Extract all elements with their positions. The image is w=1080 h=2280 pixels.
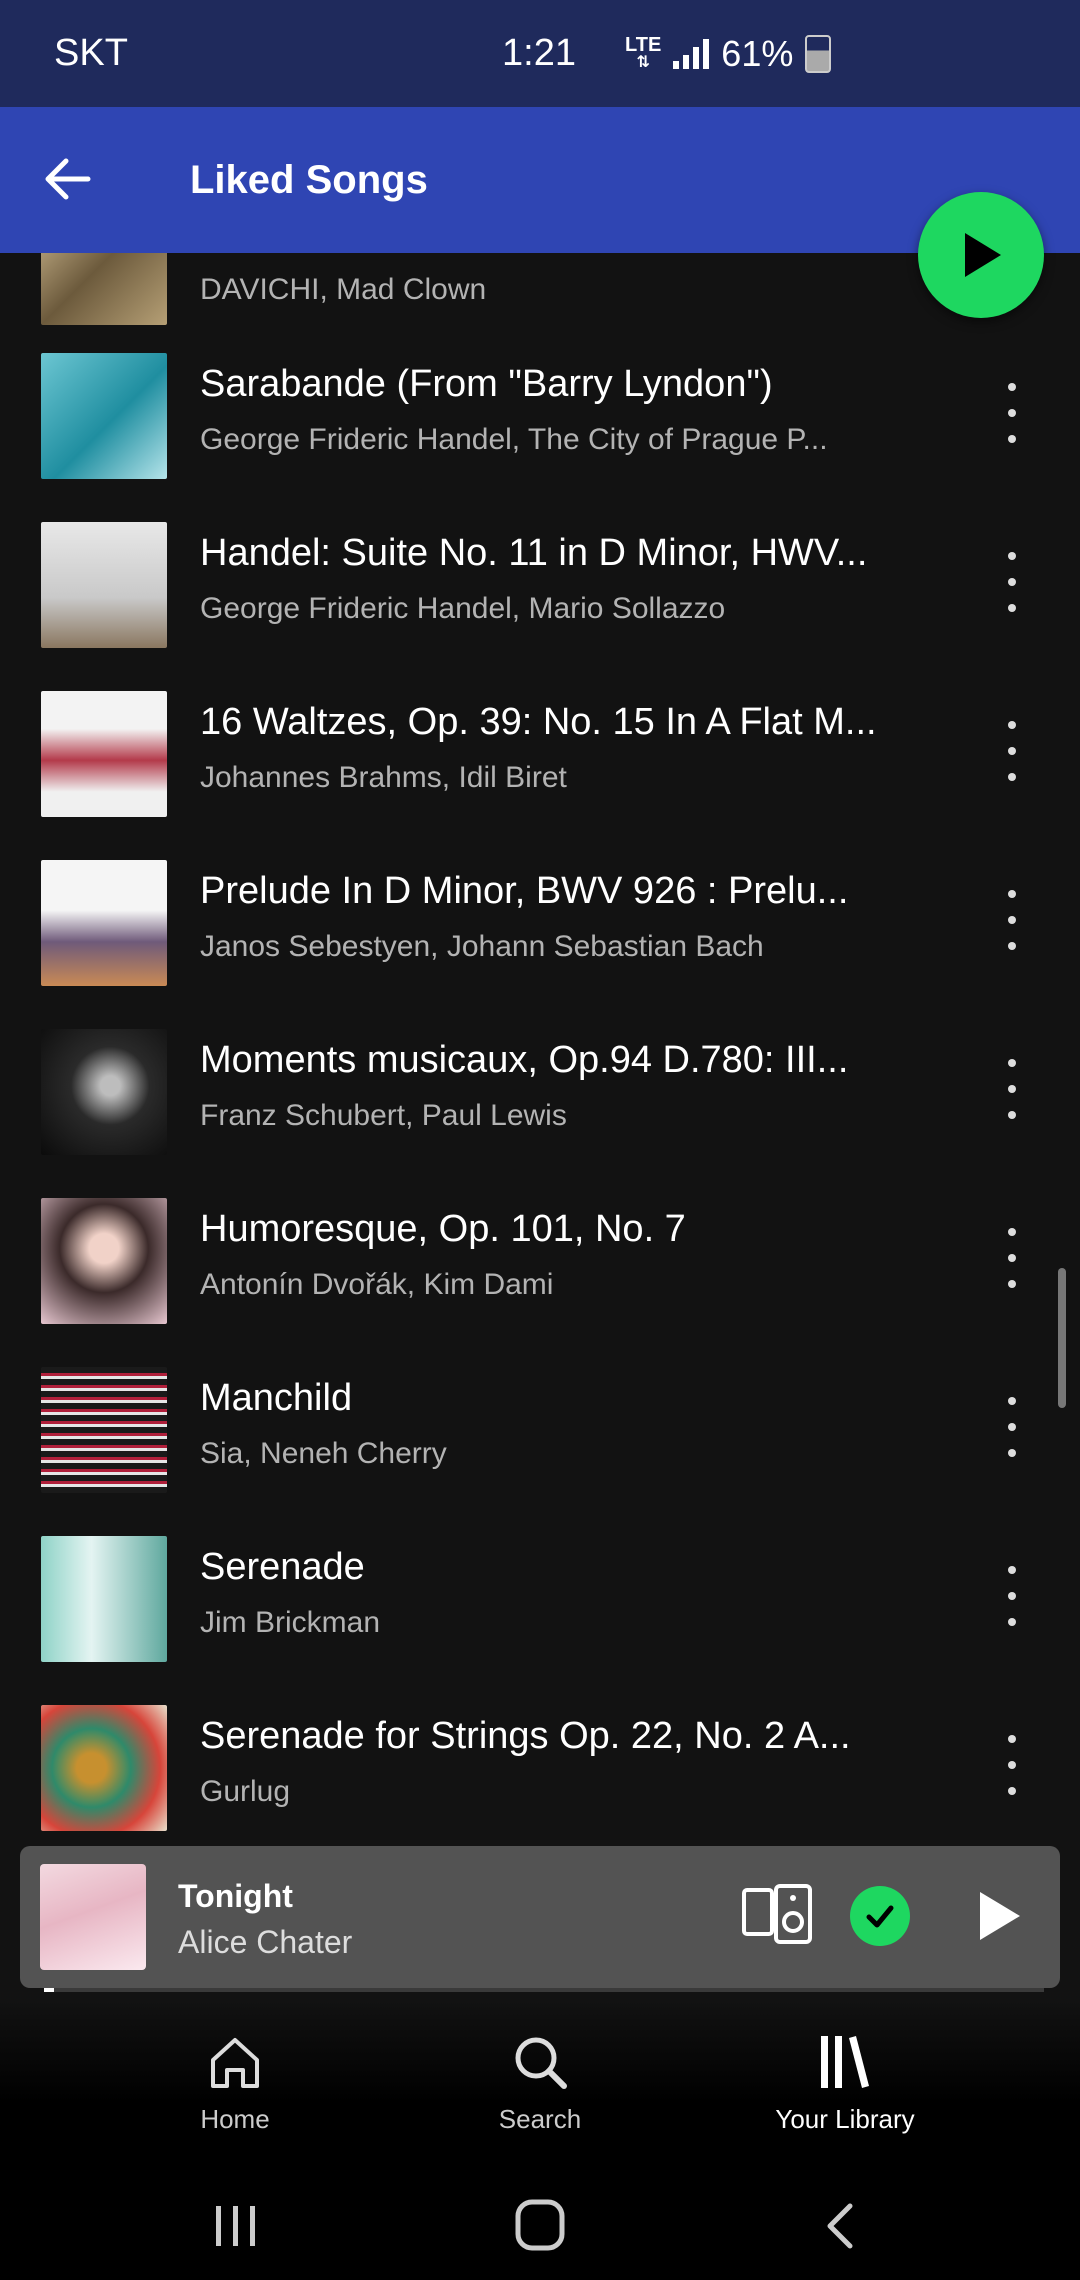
song-artist: Franz Schubert, Paul Lewis: [200, 1099, 567, 1132]
play-icon: [965, 233, 1001, 277]
more-options-icon[interactable]: [1000, 552, 1024, 612]
song-row[interactable]: Prelude In D Minor, BWV 926 : Prelu... J…: [0, 860, 1080, 1028]
battery-percent: 61%: [721, 32, 794, 74]
status-bar: SKT 1:21 LTE ⇅ 61%: [0, 0, 1080, 107]
album-art: [41, 860, 167, 986]
lte-icon: LTE ⇅: [625, 33, 662, 71]
more-options-icon[interactable]: [1000, 1397, 1024, 1457]
album-art: [41, 1705, 167, 1831]
album-art: [41, 1367, 167, 1493]
app-header: Liked Songs: [0, 107, 1080, 253]
carrier-label: SKT: [54, 32, 128, 74]
nav-library[interactable]: Your Library: [760, 2030, 930, 2135]
back-arrow-icon[interactable]: [38, 149, 98, 209]
song-title: Humoresque, Op. 101, No. 7: [200, 1208, 686, 1250]
battery-icon: [805, 34, 832, 73]
song-row[interactable]: Serenade for Strings Op. 22, No. 2 A... …: [0, 1705, 1080, 1833]
devices-icon[interactable]: [742, 1884, 812, 1946]
nav-home[interactable]: Home: [150, 2030, 320, 2135]
song-title: 16 Waltzes, Op. 39: No. 15 In A Flat M..…: [200, 701, 877, 743]
more-options-icon[interactable]: [1000, 1566, 1024, 1626]
nav-home-label: Home: [200, 2104, 270, 2134]
song-row[interactable]: Moments musicaux, Op.94 D.780: III... Fr…: [0, 1029, 1080, 1197]
song-artist: Antonín Dvořák, Kim Dami: [200, 1268, 554, 1301]
recents-icon[interactable]: [206, 2198, 266, 2254]
more-options-icon[interactable]: [1000, 1228, 1024, 1288]
song-artist: DAVICHI, Mad Clown: [200, 273, 487, 306]
nav-library-label: Your Library: [775, 2104, 915, 2134]
song-artist: Gurlug: [200, 1775, 291, 1808]
now-playing-artist: Alice Chater: [178, 1924, 353, 1960]
song-title: Sarabande (From "Barry Lyndon"): [200, 363, 773, 405]
song-artist: George Frideric Handel, The City of Prag…: [200, 423, 828, 456]
song-artist: Johannes Brahms, Idil Biret: [200, 761, 567, 794]
song-list[interactable]: DAVICHI, Mad Clown Sarabande (From "Barr…: [0, 253, 1080, 1833]
bottom-nav: Home Search Your Library: [0, 2000, 1080, 2170]
album-art: [41, 691, 167, 817]
song-row[interactable]: Handel: Suite No. 11 in D Minor, HWV... …: [0, 522, 1080, 690]
clock: 1:21: [502, 32, 576, 74]
album-art: [41, 1536, 167, 1662]
now-playing-art: [40, 1864, 146, 1970]
mini-play-icon[interactable]: [968, 1886, 1028, 1946]
song-row[interactable]: Serenade Jim Brickman: [0, 1536, 1080, 1704]
play-button[interactable]: [918, 192, 1044, 318]
song-row[interactable]: Humoresque, Op. 101, No. 7 Antonín Dvořá…: [0, 1198, 1080, 1366]
song-title: Handel: Suite No. 11 in D Minor, HWV...: [200, 532, 868, 574]
more-options-icon[interactable]: [1000, 1059, 1024, 1119]
album-art: [41, 1029, 167, 1155]
scrollbar[interactable]: [1058, 1268, 1066, 1408]
liked-check-icon[interactable]: [850, 1886, 910, 1946]
song-title: Prelude In D Minor, BWV 926 : Prelu...: [200, 870, 849, 912]
nav-search-label: Search: [498, 2104, 582, 2134]
song-artist: Sia, Neneh Cherry: [200, 1437, 447, 1470]
album-art: [41, 253, 167, 325]
more-options-icon[interactable]: [1000, 1735, 1024, 1795]
more-options-icon[interactable]: [1000, 721, 1024, 781]
nav-search[interactable]: Search: [455, 2030, 625, 2135]
song-row[interactable]: Sarabande (From "Barry Lyndon") George F…: [0, 353, 1080, 521]
more-options-icon[interactable]: [1000, 383, 1024, 443]
library-icon: [821, 2036, 869, 2088]
song-artist: Janos Sebestyen, Johann Sebastian Bach: [200, 930, 764, 963]
song-row[interactable]: Manchild Sia, Neneh Cherry: [0, 1367, 1080, 1535]
search-icon: [515, 2037, 567, 2089]
song-title: Serenade for Strings Op. 22, No. 2 A...: [200, 1715, 851, 1757]
album-art: [41, 353, 167, 479]
more-options-icon[interactable]: [1000, 890, 1024, 950]
song-artist: George Frideric Handel, Mario Sollazzo: [200, 592, 726, 625]
playback-progress[interactable]: [44, 1988, 1044, 1992]
mini-player[interactable]: Tonight Alice Chater: [20, 1846, 1060, 1988]
song-row[interactable]: 16 Waltzes, Op. 39: No. 15 In A Flat M..…: [0, 691, 1080, 859]
now-playing-title: Tonight: [178, 1878, 293, 1914]
song-artist: Jim Brickman: [200, 1606, 381, 1639]
album-art: [41, 1198, 167, 1324]
status-indicators: LTE ⇅ 61%: [625, 32, 832, 75]
home-icon: [211, 2038, 259, 2088]
system-nav-bar: [0, 2170, 1080, 2280]
song-row[interactable]: DAVICHI, Mad Clown: [0, 253, 1080, 361]
album-art: [41, 522, 167, 648]
back-nav-icon[interactable]: [812, 2198, 872, 2254]
home-nav-icon[interactable]: [510, 2198, 570, 2254]
signal-icon: [673, 38, 710, 69]
song-title: Manchild: [200, 1377, 353, 1419]
progress-fill: [44, 1988, 54, 1992]
song-title: Serenade: [200, 1546, 365, 1588]
page-title: Liked Songs: [190, 157, 428, 202]
song-title: Moments musicaux, Op.94 D.780: III...: [200, 1039, 849, 1081]
